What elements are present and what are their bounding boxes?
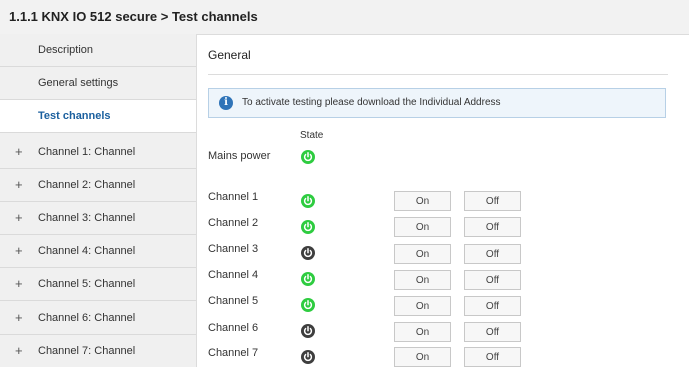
channel-1-on-button[interactable]: On bbox=[394, 191, 451, 211]
channel-label: Channel 4 bbox=[208, 269, 259, 281]
channel-label: Channel 5 bbox=[208, 295, 259, 307]
channel-label: Channel 3 bbox=[208, 243, 259, 255]
sidebar-item-channel-7[interactable]: + Channel 7: Channel bbox=[0, 335, 196, 367]
expand-icon[interactable]: + bbox=[15, 144, 23, 159]
power-icon bbox=[301, 194, 315, 208]
sidebar-item-general-settings[interactable]: General settings bbox=[0, 67, 196, 100]
mains-power-label: Mains power bbox=[208, 150, 271, 162]
channel-5-off-button[interactable]: Off bbox=[464, 296, 521, 316]
sidebar-item-description[interactable]: Description bbox=[0, 34, 196, 67]
channel-5-on-button[interactable]: On bbox=[394, 296, 451, 316]
sidebar-item-label: Test channels bbox=[38, 110, 111, 122]
channel-2-on-button[interactable]: On bbox=[394, 217, 451, 237]
expand-icon[interactable]: + bbox=[15, 243, 23, 258]
section-title: General bbox=[208, 48, 251, 62]
expand-icon[interactable]: + bbox=[15, 177, 23, 192]
channel-label: Channel 6 bbox=[208, 322, 259, 334]
sidebar-item-label: Channel 6: Channel bbox=[38, 312, 136, 324]
sidebar-item-channel-3[interactable]: + Channel 3: Channel bbox=[0, 202, 196, 235]
info-text: To activate testing please download the … bbox=[242, 97, 501, 108]
power-icon bbox=[301, 350, 315, 364]
sidebar-item-test-channels[interactable]: Test channels bbox=[0, 100, 196, 133]
section-divider bbox=[208, 74, 668, 75]
sidebar-item-label: Channel 5: Channel bbox=[38, 278, 136, 290]
channel-label: Channel 7 bbox=[208, 347, 259, 359]
sidebar-item-channel-6[interactable]: + Channel 6: Channel bbox=[0, 302, 196, 335]
state-column-header: State bbox=[300, 130, 324, 141]
channel-1-off-button[interactable]: Off bbox=[464, 191, 521, 211]
power-icon bbox=[301, 272, 315, 286]
power-icon bbox=[301, 150, 315, 164]
sidebar-item-channel-5[interactable]: + Channel 5: Channel bbox=[0, 268, 196, 301]
info-icon: i bbox=[219, 96, 233, 110]
sidebar-item-label: Channel 3: Channel bbox=[38, 212, 136, 224]
power-icon bbox=[301, 246, 315, 260]
title-bar: 1.1.1 KNX IO 512 secure > Test channels bbox=[0, 0, 689, 35]
expand-icon[interactable]: + bbox=[15, 276, 23, 291]
info-banner: i To activate testing please download th… bbox=[208, 88, 666, 118]
sidebar-item-channel-1[interactable]: + Channel 1: Channel bbox=[0, 136, 196, 169]
sidebar-item-label: Channel 1: Channel bbox=[38, 146, 136, 158]
power-icon bbox=[301, 324, 315, 338]
sidebar-item-channel-4[interactable]: + Channel 4: Channel bbox=[0, 235, 196, 268]
channel-6-on-button[interactable]: On bbox=[394, 322, 451, 342]
channel-label: Channel 1 bbox=[208, 191, 259, 203]
channel-3-on-button[interactable]: On bbox=[394, 244, 451, 264]
channel-4-on-button[interactable]: On bbox=[394, 270, 451, 290]
sidebar-item-channel-2[interactable]: + Channel 2: Channel bbox=[0, 169, 196, 202]
channel-7-on-button[interactable]: On bbox=[394, 347, 451, 367]
main-panel: General i To activate testing please dow… bbox=[197, 34, 689, 367]
channel-6-off-button[interactable]: Off bbox=[464, 322, 521, 342]
window-title: 1.1.1 KNX IO 512 secure > Test channels bbox=[9, 9, 258, 24]
channel-2-off-button[interactable]: Off bbox=[464, 217, 521, 237]
power-icon bbox=[301, 220, 315, 234]
sidebar-item-label: Channel 2: Channel bbox=[38, 179, 136, 191]
power-icon bbox=[301, 298, 315, 312]
channel-7-off-button[interactable]: Off bbox=[464, 347, 521, 367]
sidebar-item-label: Channel 4: Channel bbox=[38, 245, 136, 257]
expand-icon[interactable]: + bbox=[15, 210, 23, 225]
expand-icon[interactable]: + bbox=[15, 343, 23, 358]
sidebar: Description General settings Test channe… bbox=[0, 34, 197, 367]
channel-4-off-button[interactable]: Off bbox=[464, 270, 521, 290]
sidebar-item-label: Channel 7: Channel bbox=[38, 345, 136, 357]
channel-label: Channel 2 bbox=[208, 217, 259, 229]
sidebar-item-label: Description bbox=[38, 44, 94, 56]
expand-icon[interactable]: + bbox=[15, 310, 23, 325]
sidebar-item-label: General settings bbox=[38, 77, 119, 89]
channel-3-off-button[interactable]: Off bbox=[464, 244, 521, 264]
